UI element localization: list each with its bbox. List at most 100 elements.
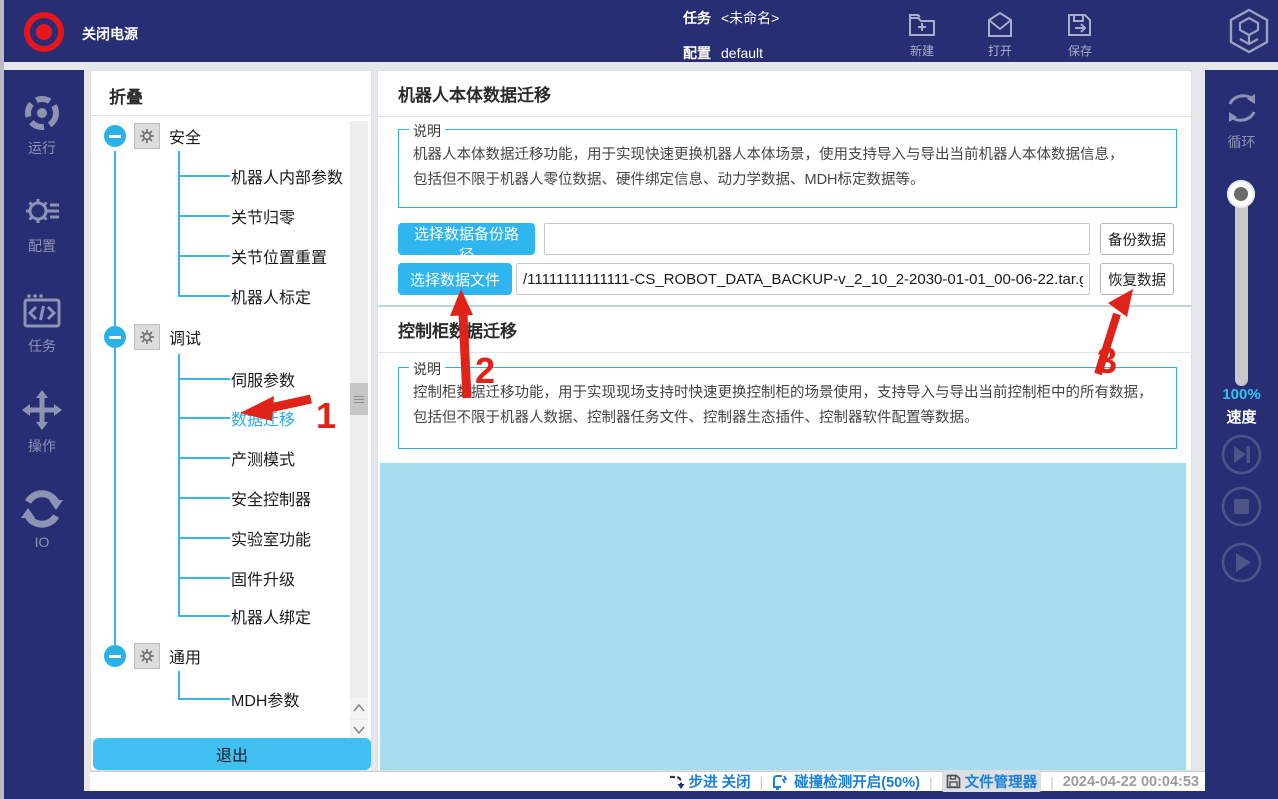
annotation-number-2: 2 — [475, 350, 495, 392]
file-manager-label: 文件管理器 — [965, 771, 1038, 792]
bottom-frame — [0, 791, 1278, 799]
tree-item-label: 关节位置重置 — [231, 244, 327, 268]
tree-stub — [178, 295, 230, 297]
tree-stub — [178, 698, 230, 700]
annotation-number-3: 3 — [1097, 340, 1117, 382]
data-file-input[interactable] — [516, 263, 1090, 295]
backup-data-button[interactable]: 备份数据 — [1100, 223, 1174, 255]
tree-item-label: 机器人绑定 — [231, 604, 311, 628]
sidebar-item-io-label: IO — [0, 534, 84, 550]
open-task-button[interactable]: 打开 — [968, 10, 1032, 59]
config-value: default — [721, 45, 763, 61]
collapse-toggle-icon[interactable] — [104, 125, 126, 147]
sidebar-item-operate[interactable]: 操作 — [0, 388, 84, 456]
chevron-down-icon — [353, 726, 365, 734]
sidebar-item-config-label: 配置 — [0, 236, 84, 256]
note-line: 控制柜数据迁移功能，用于实现现场支持时快速更换控制柜的场景使用，支持导入与导出当… — [413, 381, 1162, 406]
left-nav-sidebar: 运行 配置 任务 — [0, 70, 84, 799]
status-separator: | — [760, 774, 764, 790]
tree-group-label: 安全 — [169, 124, 201, 148]
status-bar: 步进 关闭 | 碰撞检测开启(50%) | 文件管理器 | 2024-04-22… — [90, 771, 1205, 791]
tree-stub — [178, 497, 230, 499]
gear-icon — [134, 324, 160, 350]
backup-path-input[interactable] — [544, 223, 1090, 255]
config-row: 配置 default — [683, 43, 763, 63]
loop-button[interactable] — [1220, 88, 1264, 128]
tree-item-label: 伺服参数 — [231, 367, 295, 391]
tree-item-label: 数据迁移 — [231, 406, 295, 430]
tree-scrollbar-track[interactable] — [350, 121, 368, 721]
stop-button[interactable] — [1221, 486, 1262, 527]
file-manager-button[interactable]: 文件管理器 — [942, 771, 1042, 792]
file-manager-icon — [946, 774, 961, 789]
play-button[interactable] — [1221, 542, 1262, 583]
section-divider — [378, 305, 1191, 307]
run-icon — [21, 92, 63, 134]
tree-group-label: 通用 — [169, 644, 201, 668]
tree-header-divider — [91, 115, 373, 116]
status-separator: | — [929, 774, 933, 790]
choose-data-file-button[interactable]: 选择数据文件 — [398, 263, 512, 295]
task-label: 任务 — [683, 10, 711, 26]
open-task-label: 打开 — [968, 42, 1032, 59]
operate-icon — [20, 388, 64, 432]
status-separator: | — [1050, 774, 1054, 790]
tree-item-label: 产测模式 — [231, 446, 295, 470]
sidebar-item-config[interactable]: 配置 — [0, 190, 84, 256]
robot-teach-pendant-app: 关闭电源 任务<未命名> 配置default 新建 打开 — [0, 0, 1278, 799]
collapse-toggle-icon[interactable] — [104, 645, 126, 667]
step-next-button[interactable] — [1221, 434, 1262, 475]
play-icon — [1221, 542, 1262, 583]
data-migration-panel: 机器人本体数据迁移 说明 机器人本体数据迁移功能，用于实现快速更换机器人本体场景… — [377, 70, 1192, 771]
choose-backup-path-button[interactable]: 选择数据备份路径 — [398, 223, 535, 255]
section1-note-box: 说明 机器人本体数据迁移功能，用于实现快速更换机器人本体场景，使用支持导入与导出… — [398, 129, 1177, 208]
note-legend: 说明 — [409, 359, 445, 379]
collision-icon — [772, 774, 790, 790]
tree-stub — [178, 255, 230, 257]
section1-title: 机器人本体数据迁移 — [398, 81, 551, 106]
config-label: 配置 — [683, 45, 711, 61]
new-task-button[interactable]: 新建 — [890, 10, 954, 59]
speed-slider-track[interactable] — [1235, 190, 1248, 386]
sidebar-item-io[interactable]: IO — [0, 488, 84, 550]
step-next-icon — [1221, 434, 1262, 475]
tree-item-label: 实验室功能 — [231, 526, 311, 550]
speed-slider-handle[interactable] — [1227, 180, 1255, 208]
tree-item-label: 关节归零 — [231, 204, 295, 228]
scroll-up-button[interactable] — [350, 698, 368, 718]
speed-value: 100% — [1205, 386, 1278, 403]
save-task-button[interactable]: 保存 — [1048, 10, 1112, 59]
brand-logo-icon — [1226, 8, 1272, 54]
divider — [378, 352, 1191, 353]
collapse-toggle-icon[interactable] — [104, 326, 126, 348]
tree-item-label: 固件升级 — [231, 566, 295, 590]
step-mode-status[interactable]: 步进 关闭 — [668, 771, 751, 792]
sidebar-item-operate-label: 操作 — [0, 436, 84, 456]
tree-stub — [178, 577, 230, 579]
tree-group-label: 调试 — [169, 325, 201, 349]
sidebar-item-run[interactable]: 运行 — [0, 92, 84, 158]
sidebar-item-run-label: 运行 — [0, 138, 84, 158]
sidebar-item-task[interactable]: 任务 — [0, 292, 84, 356]
right-control-sidebar: 循环 100% 速度 — [1205, 70, 1278, 799]
task-row: 任务<未命名> — [683, 8, 779, 28]
scroll-down-button[interactable] — [350, 720, 368, 740]
tree-collapse-header[interactable]: 折叠 — [109, 83, 143, 108]
new-task-label: 新建 — [890, 42, 954, 59]
restore-data-button[interactable]: 恢复数据 — [1100, 263, 1174, 295]
exit-button[interactable]: 退出 — [93, 738, 371, 770]
tree-stub — [178, 378, 230, 380]
stop-icon — [1221, 486, 1262, 527]
status-datetime: 2024-04-22 00:04:53 — [1063, 774, 1199, 790]
config-icon — [20, 190, 64, 232]
power-button[interactable] — [22, 10, 66, 54]
speed-label: 速度 — [1205, 406, 1278, 427]
tree-scrollbar-handle[interactable] — [350, 383, 368, 415]
note-line: 包括但不限于机器人零位数据、硬件绑定信息、动力学数据、MDH标定数据等。 — [413, 168, 1162, 193]
annotation-number-1: 1 — [316, 395, 336, 437]
save-icon — [1065, 10, 1095, 40]
step-mode-icon — [668, 774, 685, 790]
collision-detect-status[interactable]: 碰撞检测开启(50%) — [772, 771, 920, 792]
loop-icon — [1220, 88, 1264, 128]
loop-label: 循环 — [1205, 132, 1278, 152]
